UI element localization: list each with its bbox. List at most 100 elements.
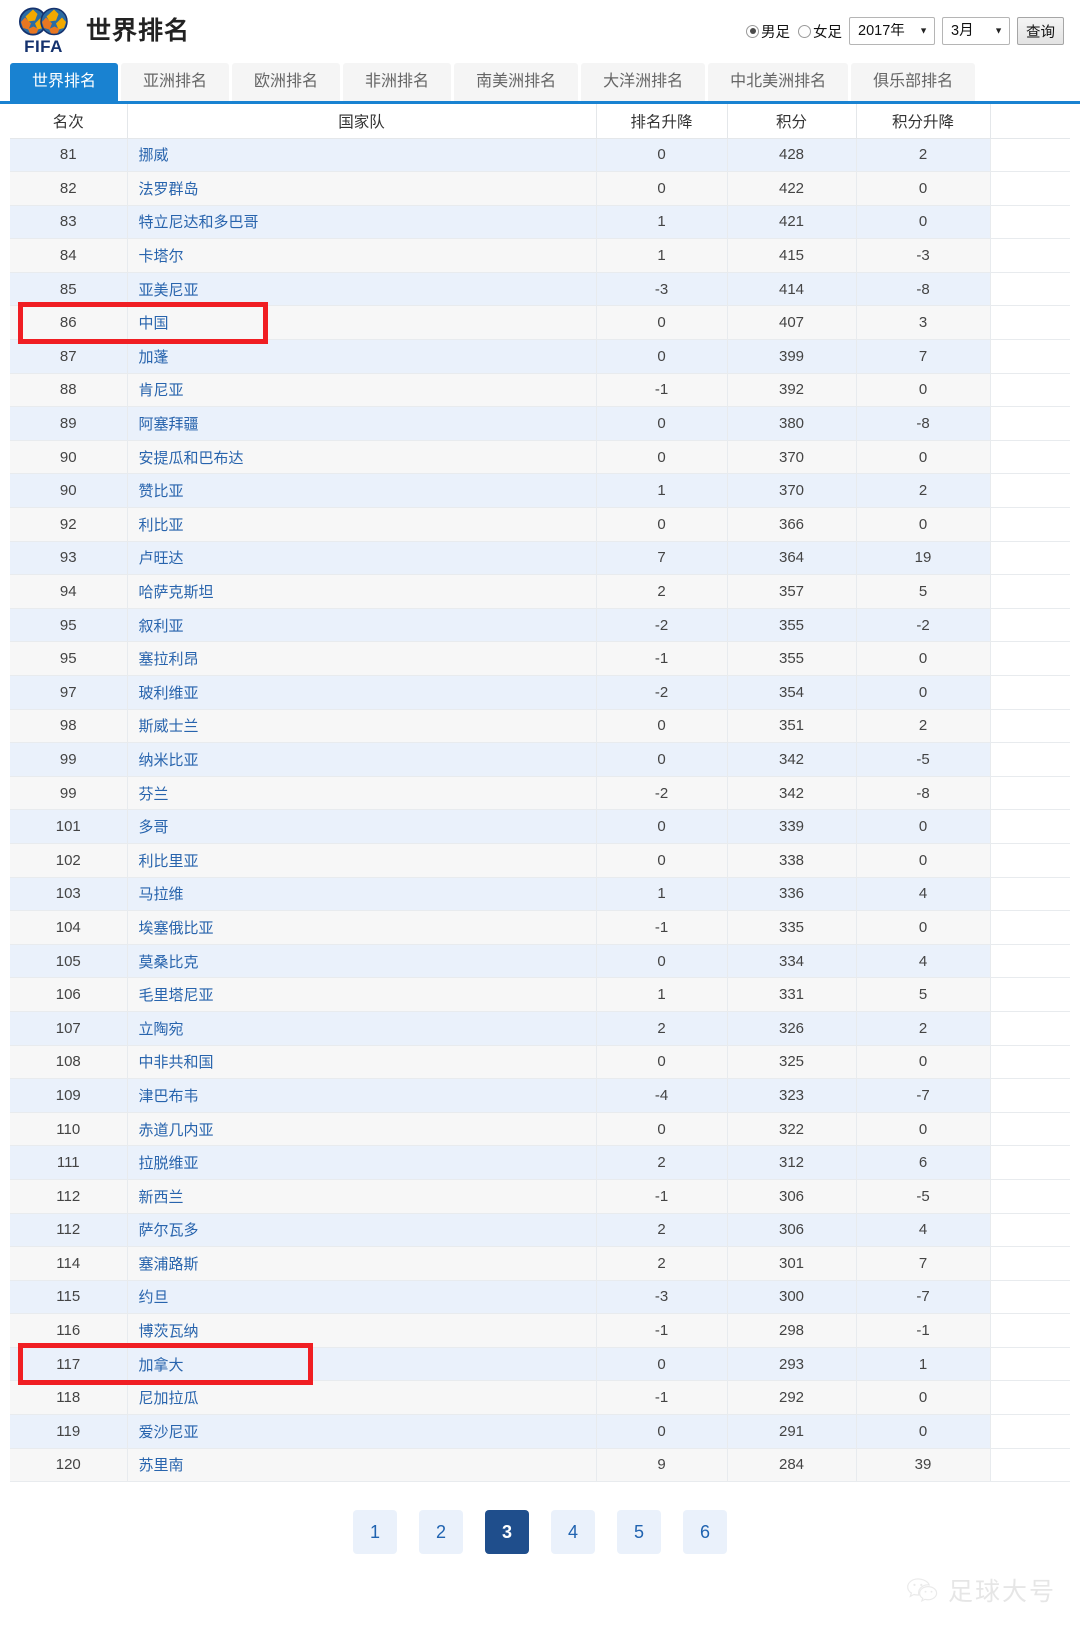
tab-5[interactable]: 大洋洲排名: [581, 63, 706, 101]
cell-country[interactable]: 赤道几内亚: [127, 1112, 597, 1147]
cell-rank: 110: [10, 1112, 128, 1147]
cell-rank-delta: -2: [596, 776, 728, 811]
cell-country[interactable]: 加蓬: [127, 339, 597, 374]
cell-points: 351: [727, 709, 857, 744]
cell-points: 322: [727, 1112, 857, 1147]
cell-points: 342: [727, 742, 857, 777]
cell-rank: 105: [10, 944, 128, 979]
cell-country[interactable]: 新西兰: [127, 1179, 597, 1214]
cell-points-delta: 39: [856, 1448, 991, 1483]
cell-rank-delta: 0: [596, 843, 728, 878]
cell-country[interactable]: 约旦: [127, 1280, 597, 1315]
cell-country[interactable]: 利比里亚: [127, 843, 597, 878]
cell-country[interactable]: 埃塞俄比亚: [127, 910, 597, 945]
col-header-points: 积分: [727, 104, 857, 139]
cell-country[interactable]: 特立尼达和多巴哥: [127, 205, 597, 240]
cell-rank-delta: 2: [596, 574, 728, 609]
page-button-3[interactable]: 3: [485, 1510, 529, 1555]
table-row: 90 赞比亚 1 370 2: [10, 473, 1070, 509]
radio-female-dot[interactable]: [798, 24, 811, 38]
cell-country[interactable]: 法罗群岛: [127, 171, 597, 206]
cell-points: 415: [727, 238, 857, 273]
cell-country[interactable]: 马拉维: [127, 877, 597, 912]
col-header-country: 国家队: [127, 104, 597, 139]
tab-4[interactable]: 南美洲排名: [454, 63, 579, 101]
cell-points: 298: [727, 1313, 857, 1348]
cell-country[interactable]: 芬兰: [127, 776, 597, 811]
cell-country[interactable]: 卡塔尔: [127, 238, 597, 273]
cell-rank: 111: [10, 1145, 128, 1180]
cell-country[interactable]: 苏里南: [127, 1448, 597, 1483]
cell-country[interactable]: 加拿大: [127, 1347, 597, 1382]
cell-country[interactable]: 叙利亚: [127, 608, 597, 643]
year-select[interactable]: 2017年: [849, 17, 935, 45]
cell-country[interactable]: 卢旺达: [127, 541, 597, 576]
gender-radio-group[interactable]: 男足 女足: [746, 21, 842, 42]
table-row: 102 利比里亚 0 338 0: [10, 843, 1070, 878]
cell-rank-delta: 0: [596, 742, 728, 777]
cell-country[interactable]: 莫桑比克: [127, 944, 597, 979]
table-row: 81 挪威 0 428 2: [10, 138, 1070, 173]
cell-country[interactable]: 中非共和国: [127, 1045, 597, 1080]
cell-country[interactable]: 安提瓜和巴布达: [127, 440, 597, 475]
table-row: 94 哈萨克斯坦 2 357 5: [10, 574, 1070, 609]
cell-rank-delta: 1: [596, 205, 728, 240]
tab-6[interactable]: 中北美洲排名: [708, 63, 849, 101]
cell-rank-delta: -1: [596, 910, 728, 945]
cell-points-delta: -3: [856, 238, 991, 273]
cell-spacer: [990, 1380, 1070, 1416]
page-button-5[interactable]: 5: [617, 1510, 661, 1555]
cell-spacer: [990, 675, 1070, 710]
cell-country[interactable]: 纳米比亚: [127, 742, 597, 777]
month-select[interactable]: 3月: [942, 17, 1010, 45]
cell-points-delta: 4: [856, 877, 991, 912]
cell-country[interactable]: 挪威: [127, 138, 597, 173]
cell-country[interactable]: 赞比亚: [127, 473, 597, 509]
cell-country[interactable]: 拉脱维亚: [127, 1145, 597, 1180]
cell-country[interactable]: 肯尼亚: [127, 373, 597, 408]
cell-country[interactable]: 萨尔瓦多: [127, 1213, 597, 1248]
cell-country[interactable]: 玻利维亚: [127, 675, 597, 710]
cell-points-delta: -7: [856, 1280, 991, 1315]
tab-3[interactable]: 非洲排名: [343, 63, 452, 101]
radio-female[interactable]: 女足: [798, 21, 842, 42]
cell-points-delta: -1: [856, 1313, 991, 1348]
cell-country[interactable]: 亚美尼亚: [127, 272, 597, 307]
cell-rank: 86: [10, 305, 128, 341]
cell-country[interactable]: 爱沙尼亚: [127, 1414, 597, 1449]
query-button[interactable]: 查询: [1017, 17, 1064, 45]
radio-male-dot[interactable]: [746, 24, 759, 38]
cell-points: 284: [727, 1448, 857, 1483]
page-button-2[interactable]: 2: [419, 1510, 463, 1555]
page-button-6[interactable]: 6: [683, 1510, 727, 1555]
cell-country[interactable]: 立陶宛: [127, 1011, 597, 1046]
cell-country[interactable]: 阿塞拜疆: [127, 406, 597, 441]
cell-country[interactable]: 博茨瓦纳: [127, 1313, 597, 1348]
cell-country[interactable]: 斯威士兰: [127, 709, 597, 744]
tab-2[interactable]: 欧洲排名: [232, 63, 341, 101]
cell-rank: 84: [10, 238, 128, 273]
cell-spacer: [990, 238, 1070, 273]
tab-1[interactable]: 亚洲排名: [121, 63, 230, 101]
page-button-4[interactable]: 4: [551, 1510, 595, 1555]
radio-male[interactable]: 男足: [746, 21, 790, 42]
cell-spacer: [990, 1246, 1070, 1281]
cell-rank: 114: [10, 1246, 128, 1281]
cell-country[interactable]: 尼加拉瓜: [127, 1380, 597, 1416]
cell-country[interactable]: 津巴布韦: [127, 1078, 597, 1113]
cell-points: 292: [727, 1380, 857, 1416]
cell-country[interactable]: 毛里塔尼亚: [127, 977, 597, 1012]
cell-country[interactable]: 塞浦路斯: [127, 1246, 597, 1281]
cell-country[interactable]: 利比亚: [127, 507, 597, 542]
tab-0[interactable]: 世界排名: [10, 63, 119, 101]
cell-rank-delta: 0: [596, 339, 728, 374]
table-row: 85 亚美尼亚 -3 414 -8: [10, 272, 1070, 307]
cell-country[interactable]: 哈萨克斯坦: [127, 574, 597, 609]
page-button-1[interactable]: 1: [353, 1510, 397, 1555]
cell-country[interactable]: 多哥: [127, 809, 597, 844]
cell-rank: 88: [10, 373, 128, 408]
tab-7[interactable]: 俱乐部排名: [851, 63, 976, 101]
cell-country[interactable]: 塞拉利昂: [127, 641, 597, 676]
cell-country[interactable]: 中国: [127, 305, 597, 341]
table-row: 99 芬兰 -2 342 -8: [10, 776, 1070, 811]
